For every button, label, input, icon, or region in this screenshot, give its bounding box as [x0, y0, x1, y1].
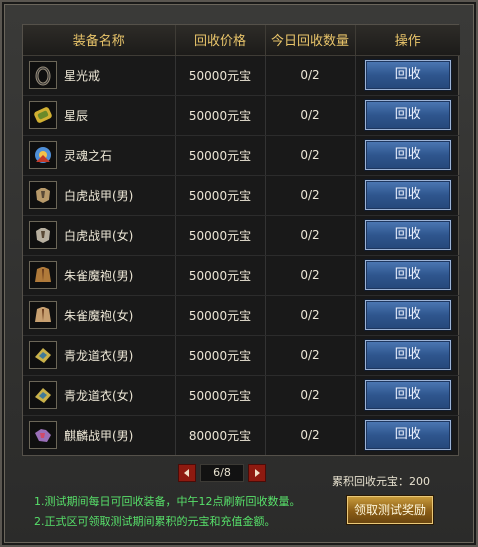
recycle-button[interactable]: 回收: [363, 299, 452, 331]
table-row: 朱雀魔袍(女) 50000元宝 0/2 回收: [23, 295, 460, 336]
table-row: 青龙道衣(女) 50000元宝 0/2 回收: [23, 375, 460, 416]
item-name: 星辰: [64, 108, 89, 123]
item-price: 50000元宝: [175, 95, 266, 136]
table-header-row: 装备名称 回收价格 今日回收数量 操作: [23, 25, 460, 56]
header-operation: 操作: [355, 25, 460, 56]
item-daily-count: 0/2: [265, 295, 356, 336]
soul-stone-icon: [29, 141, 57, 169]
item-name-cell: 朱雀魔袍(男): [23, 255, 176, 296]
item-daily-count: 0/2: [265, 415, 356, 455]
item-name: 朱雀魔袍(男): [64, 268, 134, 283]
table-row: 麒麟战甲(男) 80000元宝 0/2 回收: [23, 415, 460, 455]
operation-cell: 回收: [355, 95, 460, 136]
item-name-cell: 青龙道衣(女): [23, 375, 176, 416]
table-row: 青龙道衣(男) 50000元宝 0/2 回收: [23, 335, 460, 376]
recycle-table: 装备名称 回收价格 今日回收数量 操作 星光戒 50000元宝 0/2 回收 星辰 500…: [23, 25, 460, 455]
item-price: 50000元宝: [175, 335, 266, 376]
item-price: 50000元宝: [175, 55, 266, 96]
item-name: 白虎战甲(女): [64, 228, 134, 243]
operation-cell: 回收: [355, 135, 460, 176]
note-line-1: 1.测试期间每日可回收装备，中午12点刷新回收数量。: [34, 495, 301, 508]
item-daily-count: 0/2: [265, 255, 356, 296]
table-row: 朱雀魔袍(男) 50000元宝 0/2 回收: [23, 255, 460, 296]
table-row: 白虎战甲(男) 50000元宝 0/2 回收: [23, 175, 460, 216]
item-name: 麒麟战甲(男): [64, 428, 134, 443]
gold-bracer-icon: [29, 101, 57, 129]
item-name-cell: 星光戒: [23, 55, 176, 96]
qilin-armor-icon: [29, 421, 57, 450]
note-line-2: 2.正式区可领取测试期间累积的元宝和充值金额。: [34, 515, 276, 528]
table-row: 星辰 50000元宝 0/2 回收: [23, 95, 460, 136]
armor-icon: [29, 181, 57, 209]
recycle-button[interactable]: 回收: [363, 139, 452, 171]
item-price: 50000元宝: [175, 295, 266, 336]
arrow-right-icon: [255, 469, 260, 477]
table-row: 白虎战甲(女) 50000元宝 0/2 回收: [23, 215, 460, 256]
item-name-cell: 白虎战甲(男): [23, 175, 176, 216]
item-name: 青龙道衣(女): [64, 388, 134, 403]
item-price: 50000元宝: [175, 135, 266, 176]
operation-cell: 回收: [355, 335, 460, 376]
taoist-robe-icon: [29, 381, 57, 409]
table-row: 星光戒 50000元宝 0/2 回收: [23, 55, 460, 96]
item-name-cell: 白虎战甲(女): [23, 215, 176, 256]
recycle-panel: 装备名称 回收价格 今日回收数量 操作 星光戒 50000元宝 0/2 回收 星辰 500…: [0, 0, 478, 547]
item-daily-count: 0/2: [265, 335, 356, 376]
claim-test-reward-button[interactable]: 领取测试奖励: [346, 495, 434, 525]
item-name: 灵魂之石: [64, 148, 113, 163]
item-daily-count: 0/2: [265, 375, 356, 416]
table-row: 灵魂之石 50000元宝 0/2 回收: [23, 135, 460, 176]
item-price: 50000元宝: [175, 255, 266, 296]
item-name-cell: 麒麟战甲(男): [23, 415, 176, 455]
operation-cell: 回收: [355, 215, 460, 256]
recycle-table-container: 装备名称 回收价格 今日回收数量 操作 星光戒 50000元宝 0/2 回收 星辰 500…: [22, 24, 460, 456]
header-daily-count: 今日回收数量: [265, 25, 356, 56]
pagination: 6/8: [178, 464, 266, 482]
item-name: 朱雀魔袍(女): [64, 308, 134, 323]
header-item-name: 装备名称: [23, 25, 176, 56]
recycle-button[interactable]: 回收: [363, 339, 452, 371]
item-name-cell: 青龙道衣(男): [23, 335, 176, 376]
operation-cell: 回收: [355, 375, 460, 416]
operation-cell: 回收: [355, 175, 460, 216]
page-indicator: 6/8: [200, 464, 244, 482]
item-name-cell: 星辰: [23, 95, 176, 136]
item-name-cell: 朱雀魔袍(女): [23, 295, 176, 336]
recycle-button[interactable]: 回收: [363, 179, 452, 211]
recycle-button[interactable]: 回收: [363, 379, 452, 411]
arrow-left-icon: [184, 469, 189, 477]
item-daily-count: 0/2: [265, 135, 356, 176]
item-daily-count: 0/2: [265, 175, 356, 216]
item-price: 50000元宝: [175, 175, 266, 216]
recycle-button[interactable]: 回收: [363, 99, 452, 131]
item-daily-count: 0/2: [265, 55, 356, 96]
item-name: 星光戒: [64, 68, 101, 83]
next-page-button[interactable]: [248, 464, 266, 482]
item-price: 50000元宝: [175, 375, 266, 416]
operation-cell: 回收: [355, 415, 460, 455]
operation-cell: 回收: [355, 295, 460, 336]
item-daily-count: 0/2: [265, 215, 356, 256]
recycle-button[interactable]: 回收: [363, 59, 452, 91]
item-name-cell: 灵魂之石: [23, 135, 176, 176]
operation-cell: 回收: [355, 255, 460, 296]
item-daily-count: 0/2: [265, 95, 356, 136]
item-name: 白虎战甲(男): [64, 188, 134, 203]
header-recycle-price: 回收价格: [175, 25, 266, 56]
operation-cell: 回收: [355, 55, 460, 96]
taoist-robe-icon: [29, 341, 57, 369]
recycle-button[interactable]: 回收: [363, 219, 452, 251]
armor-icon: [29, 221, 57, 249]
item-name: 青龙道衣(男): [64, 348, 134, 363]
robe-icon: [29, 301, 57, 329]
item-price: 50000元宝: [175, 215, 266, 256]
ring-icon: [29, 61, 57, 89]
item-price: 80000元宝: [175, 415, 266, 455]
recycle-button[interactable]: 回收: [363, 259, 452, 291]
prev-page-button[interactable]: [178, 464, 196, 482]
total-recycled-ingots: 累积回收元宝：200: [332, 475, 430, 488]
robe-icon: [29, 261, 57, 289]
recycle-button[interactable]: 回收: [363, 419, 452, 452]
